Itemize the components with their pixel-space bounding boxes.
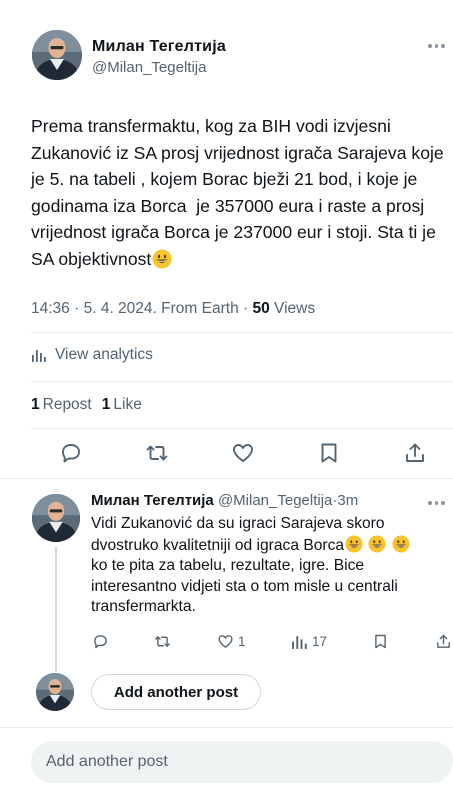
- compose-post-input[interactable]: Add another post: [31, 741, 453, 783]
- views-count: 50: [252, 300, 270, 317]
- view-analytics-link[interactable]: View analytics: [31, 346, 153, 364]
- grinning-face-emoji: [392, 535, 410, 553]
- tweet-action-bar: [58, 440, 428, 466]
- grinning-face-emoji: [368, 535, 386, 553]
- like-button[interactable]: [230, 440, 256, 466]
- tweet-date[interactable]: 5. 4. 2024.: [84, 300, 157, 317]
- more-options-button[interactable]: [428, 40, 450, 52]
- reply-views-count: 17: [311, 633, 327, 649]
- share-icon: [437, 634, 450, 648]
- thread-connector-line: [55, 547, 57, 672]
- tweet-stats: 1 Repost 1 Like: [31, 396, 142, 414]
- repost-icon: [146, 445, 168, 461]
- reply-share-button[interactable]: [435, 631, 452, 651]
- reply-like-button[interactable]: 1: [217, 631, 246, 651]
- reply-author-handle[interactable]: @Milan_Tegeltija: [218, 492, 332, 509]
- reply-likes-count: 1: [237, 633, 246, 649]
- reply-text: Vidi Zukanović da su igraci Sarajeva sko…: [91, 514, 453, 618]
- tweet-source: From Earth: [161, 300, 239, 317]
- bookmark-icon: [375, 634, 387, 648]
- divider: [31, 381, 453, 382]
- reply-header: Милан Тегелтија @Milan_Tegeltija·3m: [91, 492, 359, 509]
- reply-bookmark-button[interactable]: [372, 631, 389, 651]
- more-icon: [428, 501, 432, 505]
- like-icon: [218, 634, 233, 648]
- views-icon: [292, 635, 307, 649]
- reply-action-bar: 1 17: [92, 631, 452, 651]
- compose-placeholder: Add another post: [46, 753, 168, 770]
- tweet-meta: 14:36 · 5. 4. 2024. From Earth · 50 View…: [31, 300, 316, 317]
- like-icon: [233, 444, 253, 462]
- reposts-stat[interactable]: 1 Repost: [31, 396, 92, 414]
- repost-icon: [155, 635, 171, 647]
- author-handle[interactable]: @Milan_Tegeltija: [92, 59, 206, 76]
- tweet-time[interactable]: 14:36: [31, 300, 70, 317]
- reply-more-options-button[interactable]: [428, 497, 450, 509]
- add-another-post-button[interactable]: Add another post: [91, 674, 261, 710]
- compose-avatar: [36, 673, 74, 711]
- bookmark-button[interactable]: [316, 440, 342, 466]
- reply-author-name[interactable]: Милан Тегелтија: [91, 492, 214, 509]
- reply-views-button[interactable]: 17: [291, 631, 327, 651]
- more-icon: [428, 44, 432, 48]
- tweet-text-body: Prema transfermaktu, kog za BIH vodi izv…: [31, 116, 449, 269]
- reply-icon: [62, 444, 80, 463]
- reply-reply-button[interactable]: [92, 631, 109, 651]
- divider: [31, 428, 453, 429]
- grinning-face-emoji: [152, 249, 172, 269]
- author-avatar[interactable]: [32, 30, 82, 80]
- reply-button[interactable]: [58, 440, 84, 466]
- divider: [0, 478, 453, 479]
- reply-time[interactable]: 3m: [337, 492, 358, 509]
- tweet-text: Prema transfermaktu, kog za BIH vodi izv…: [31, 113, 446, 272]
- share-icon: [406, 443, 424, 462]
- bookmark-icon: [321, 443, 337, 463]
- repost-button[interactable]: [144, 440, 170, 466]
- share-button[interactable]: [402, 440, 428, 466]
- reply-icon: [94, 634, 107, 648]
- analytics-icon: [32, 350, 46, 362]
- divider: [0, 727, 453, 728]
- likes-stat[interactable]: 1 Like: [102, 396, 142, 414]
- reply-repost-button[interactable]: [154, 631, 171, 651]
- views-label: Views: [274, 300, 316, 317]
- divider: [31, 332, 453, 333]
- author-name[interactable]: Милан Тегелтија: [92, 38, 226, 56]
- reply-author-avatar[interactable]: [32, 494, 80, 542]
- view-analytics-label: View analytics: [55, 346, 153, 363]
- grinning-face-emoji: [345, 535, 363, 553]
